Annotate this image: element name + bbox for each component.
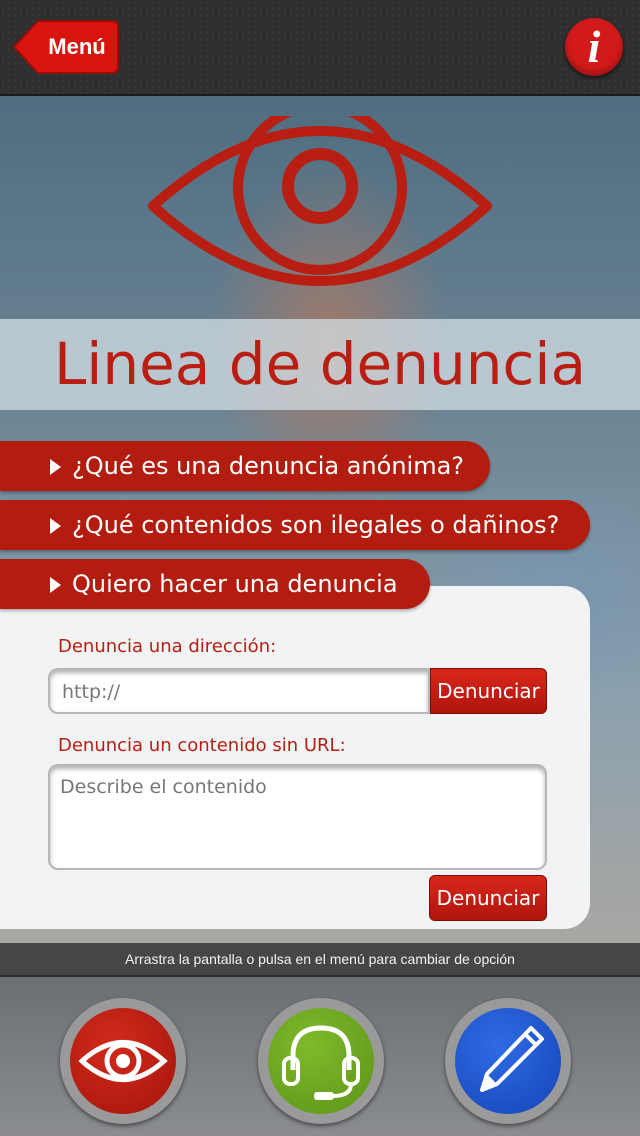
eye-icon (78, 1040, 168, 1082)
page-title: Linea de denuncia (53, 330, 587, 398)
accordion-item-hacer-denuncia[interactable]: Quiero hacer una denuncia (0, 559, 430, 609)
info-button[interactable]: i (565, 18, 623, 76)
hint-bar: Arrastra la pantalla o pulsa en el menú … (0, 943, 640, 977)
submit-content-button[interactable]: Denunciar (429, 875, 547, 921)
content-field-label: Denuncia un contenido sin URL: (58, 735, 346, 756)
info-icon: i (587, 21, 601, 72)
url-placeholder: http:// (62, 681, 121, 703)
hint-text: Arrastra la pantalla o pulsa en el menú … (125, 951, 515, 967)
pencil-icon (480, 1026, 544, 1092)
url-input[interactable]: http:// (48, 668, 430, 714)
accordion-item-label: ¿Qué contenidos son ilegales o dañinos? (72, 511, 560, 539)
url-field-label: Denuncia una dirección: (58, 636, 277, 657)
accordion-item-que-es[interactable]: ¿Qué es una denuncia anónima? (0, 441, 490, 491)
nav-button-help[interactable] (258, 998, 384, 1124)
triangle-right-icon (50, 459, 61, 475)
top-bar: Menú i (0, 0, 640, 96)
content-placeholder: Describe el contenido (60, 776, 267, 798)
headset-icon (282, 1025, 360, 1100)
nav-button-report[interactable] (60, 998, 186, 1124)
accordion-item-label: ¿Qué es una denuncia anónima? (72, 452, 465, 480)
accordion-item-label: Quiero hacer una denuncia (72, 570, 398, 598)
menu-button[interactable]: Menú (12, 19, 120, 75)
submit-url-button[interactable]: Denunciar (430, 668, 547, 714)
content-textarea[interactable]: Describe el contenido (48, 764, 547, 870)
triangle-right-icon (50, 577, 61, 593)
eye-logo-icon (148, 116, 492, 286)
title-band: Linea de denuncia (0, 319, 640, 410)
accordion-item-contenidos[interactable]: ¿Qué contenidos son ilegales o dañinos? (0, 500, 590, 550)
nav-button-write[interactable] (445, 998, 571, 1124)
triangle-right-icon (50, 518, 61, 534)
menu-button-label: Menú (48, 34, 106, 59)
